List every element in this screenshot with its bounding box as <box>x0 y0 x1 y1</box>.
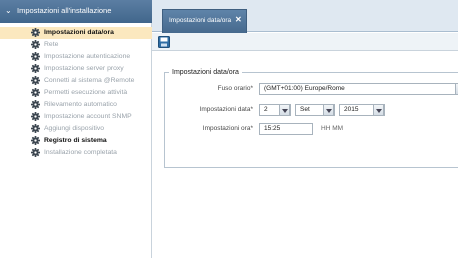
gear-icon <box>31 52 40 61</box>
gear-icon <box>31 124 40 133</box>
gear-icon <box>31 88 40 97</box>
month-value: Set <box>300 106 310 113</box>
time-value: 15:25 <box>264 125 281 132</box>
nav-item-label: Rilevamento automatico <box>44 101 117 108</box>
year-select[interactable]: 2015 <box>339 104 385 116</box>
nav-item-label: Impostazione server proxy <box>44 65 124 72</box>
close-icon[interactable]: ✕ <box>235 15 242 25</box>
nav-item[interactable]: Registro di sistema <box>0 135 152 147</box>
timezone-value: (GMT+01:00) Europe/Rome <box>264 85 345 92</box>
nav-item[interactable]: Aggiungi dispositivo <box>0 123 152 135</box>
gear-icon <box>31 136 40 145</box>
gear-icon <box>31 28 40 37</box>
nav-item[interactable]: Impostazione autenticazione <box>0 51 152 63</box>
nav-item-label: Registro di sistema <box>44 137 107 144</box>
nav-title: Impostazioni all'installazione <box>17 6 112 15</box>
nav-item[interactable]: Impostazione server proxy <box>0 63 152 75</box>
gear-icon <box>31 148 40 157</box>
chevron-down-icon[interactable]: ⌄ <box>5 6 12 16</box>
nav-item-label: Aggiungi dispositivo <box>44 125 105 132</box>
tab-label: Impostazioni data/ora <box>169 17 232 24</box>
nav-item-label: Permetti esecuzione attività <box>44 89 128 96</box>
toolbar <box>152 33 458 51</box>
month-select[interactable]: Set <box>295 104 335 116</box>
nav-item[interactable]: Rilevamento automatico <box>0 99 152 111</box>
time-format-hint: HH MM <box>321 125 344 132</box>
date-label: Impostazioni data* <box>199 106 253 113</box>
nav-list: Impostazioni data/ora Rete Impostazione au… <box>0 27 152 159</box>
nav-item-label: Impostazioni data/ora <box>44 29 114 36</box>
nav-item[interactable]: Installazione completata <box>0 147 152 159</box>
day-dropdown-button[interactable] <box>279 105 290 115</box>
gear-icon <box>31 76 40 85</box>
gear-icon <box>31 40 40 49</box>
time-input[interactable]: 15:25 <box>259 123 313 135</box>
nav-item[interactable]: Impostazioni data/ora <box>0 27 152 39</box>
fieldset-legend: Impostazioni data/ora <box>169 68 242 78</box>
month-dropdown-button[interactable] <box>323 105 334 115</box>
gear-icon <box>31 64 40 73</box>
nav-item[interactable]: Rete <box>0 39 152 51</box>
date-time-fieldset: Impostazioni data/ora Fuso orario* (GMT+… <box>164 68 458 168</box>
setup-navigation-panel: ⌄ Impostazioni all'installazione Imposta… <box>0 0 152 258</box>
nav-item-label: Installazione completata <box>44 149 117 156</box>
tab-date-time-settings[interactable]: Impostazioni data/ora ✕ <box>162 9 247 33</box>
nav-item-label: Impostazione account SNMP <box>44 113 132 120</box>
save-icon[interactable] <box>158 36 170 48</box>
gear-icon <box>31 112 40 121</box>
gear-icon <box>31 100 40 109</box>
nav-item[interactable]: Permetti esecuzione attività <box>0 87 152 99</box>
year-value: 2015 <box>344 106 359 113</box>
timezone-label: Fuso orario* <box>217 85 253 92</box>
nav-header[interactable]: ⌄ Impostazioni all'installazione <box>0 0 152 23</box>
nav-item-label: Connetti al sistema @Remote <box>44 77 135 84</box>
time-label: Impostazioni ora* <box>202 125 253 132</box>
year-dropdown-button[interactable] <box>373 105 384 115</box>
tab-bar: Impostazioni data/ora ✕ <box>152 0 458 33</box>
nav-item-label: Rete <box>44 41 59 48</box>
main-content: Impostazioni data/ora Fuso orario* (GMT+… <box>152 52 458 258</box>
timezone-select[interactable]: (GMT+01:00) Europe/Rome <box>259 83 458 95</box>
nav-item-label: Impostazione autenticazione <box>44 53 131 60</box>
day-select[interactable]: 2 <box>259 104 291 116</box>
nav-item[interactable]: Connetti al sistema @Remote <box>0 75 152 87</box>
day-value: 2 <box>264 106 268 113</box>
nav-item[interactable]: Impostazione account SNMP <box>0 111 152 123</box>
